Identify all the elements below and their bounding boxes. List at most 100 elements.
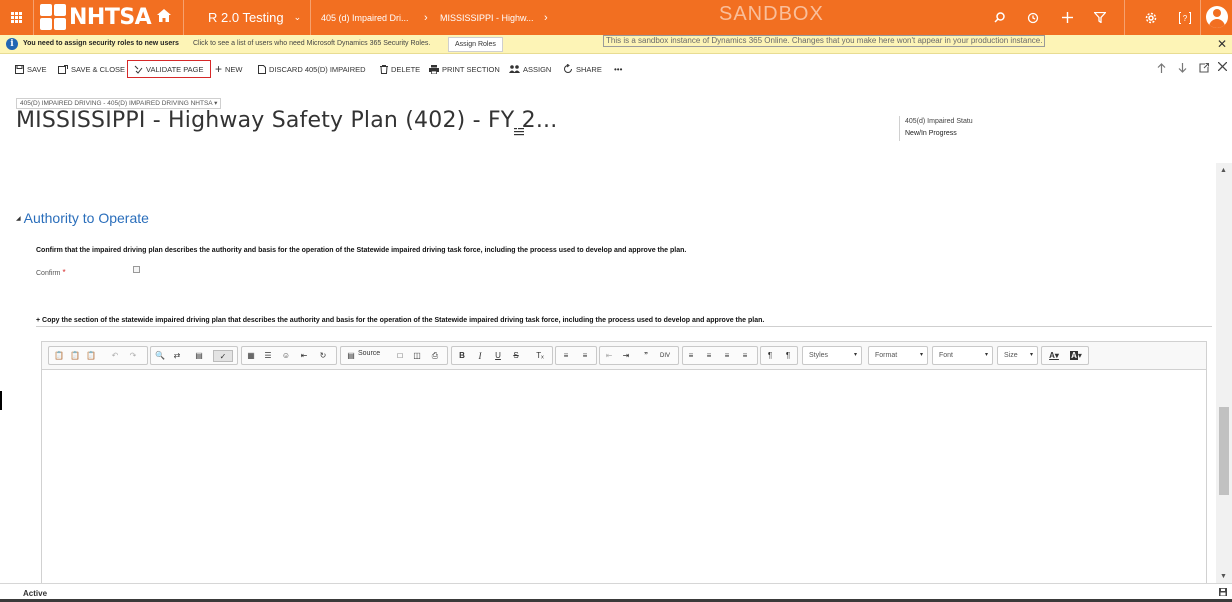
print-icon[interactable]: ⎙: [429, 350, 441, 362]
select-all-icon[interactable]: ▤: [193, 350, 205, 362]
close-icon[interactable]: ✕: [1217, 37, 1227, 51]
recent-button[interactable]: [1018, 0, 1048, 35]
iframe-icon[interactable]: ↻: [317, 350, 329, 362]
text-color-icon[interactable]: A▾: [1046, 350, 1062, 362]
save-icon[interactable]: [1219, 588, 1227, 598]
delete-button[interactable]: DELETE: [380, 61, 420, 77]
rtl-icon[interactable]: ¶: [782, 350, 794, 362]
preview-icon[interactable]: ◫: [411, 350, 423, 362]
scroll-down-icon[interactable]: ▼: [1220, 573, 1227, 580]
create-button[interactable]: [1052, 0, 1082, 35]
background-color-icon[interactable]: A▾: [1068, 350, 1084, 362]
assign-roles-button[interactable]: Assign Roles: [448, 37, 503, 52]
source-button[interactable]: Source: [358, 350, 380, 357]
advanced-find-button[interactable]: [1085, 0, 1115, 35]
nhtsa-logo[interactable]: NHTSA: [40, 3, 152, 31]
vertical-scrollbar[interactable]: ▲ ▼: [1216, 163, 1232, 583]
notification-link[interactable]: Click to see a list of users who need Mi…: [193, 40, 430, 47]
breadcrumb-entity[interactable]: 405 (d) Impaired Dri...: [321, 0, 409, 35]
discard-button[interactable]: DISCARD 405(D) IMPAIRED: [258, 61, 366, 77]
chevron-down-icon: ▾: [214, 100, 218, 107]
undo-icon[interactable]: ↶: [109, 350, 121, 362]
confirm-checkbox[interactable]: [133, 266, 140, 273]
assign-button[interactable]: ASSIGN: [509, 61, 551, 77]
print-label: PRINT SECTION: [442, 64, 500, 74]
nav-separator: [310, 0, 311, 35]
new-page-icon[interactable]: □: [394, 350, 406, 362]
format-dropdown[interactable]: Format ▾: [868, 346, 928, 365]
special-char-icon[interactable]: ⇤: [298, 350, 310, 362]
size-dropdown[interactable]: Size ▾: [997, 346, 1038, 365]
align-right-icon[interactable]: ≡: [721, 350, 733, 362]
save-close-button[interactable]: SAVE & CLOSE: [58, 61, 125, 77]
horizontal-line-icon[interactable]: ☰: [262, 350, 274, 362]
next-record-icon[interactable]: [1178, 63, 1187, 75]
save-button[interactable]: SAVE: [15, 61, 46, 77]
more-commands-button[interactable]: •••: [614, 61, 622, 77]
section-title-label: Authority to Operate: [23, 210, 149, 226]
user-avatar-icon[interactable]: [1206, 6, 1228, 28]
validate-page-button[interactable]: VALIDATE PAGE: [127, 60, 211, 78]
bulleted-list-icon[interactable]: ≡: [579, 350, 591, 362]
settings-button[interactable]: [1136, 0, 1166, 35]
ltr-icon[interactable]: ¶: [764, 350, 776, 362]
outdent-icon[interactable]: ⇤: [603, 350, 615, 362]
nav-separator: [183, 0, 184, 35]
remove-format-icon[interactable]: Tₓ: [534, 350, 546, 362]
indent-icon[interactable]: ⇥: [620, 350, 632, 362]
command-bar: SAVE SAVE & CLOSE VALIDATE PAGE + NEW DI…: [0, 57, 1232, 81]
nav-separator: [33, 0, 34, 35]
paste-word-icon[interactable]: 📋: [85, 350, 97, 362]
close-form-icon[interactable]: [1217, 61, 1228, 73]
find-icon[interactable]: 🔍: [154, 350, 166, 362]
search-button[interactable]: [984, 0, 1014, 35]
redo-icon[interactable]: ↷: [127, 350, 139, 362]
italic-icon[interactable]: I: [474, 350, 486, 362]
gear-icon: [1145, 12, 1157, 23]
previous-record-icon[interactable]: [1157, 63, 1166, 75]
pop-out-icon[interactable]: [1199, 62, 1210, 75]
home-icon[interactable]: [157, 9, 171, 27]
justify-icon[interactable]: ≡: [739, 350, 751, 362]
share-button[interactable]: SHARE: [563, 61, 602, 77]
div-icon[interactable]: DIV: [659, 350, 671, 362]
numbered-list-icon[interactable]: ≡: [560, 350, 572, 362]
scrollbar-thumb[interactable]: [1219, 407, 1229, 495]
align-left-icon[interactable]: ≡: [685, 350, 697, 362]
smiley-icon[interactable]: ☺: [280, 350, 292, 362]
new-button[interactable]: + NEW: [215, 61, 243, 77]
spellcheck-icon[interactable]: ✓: [213, 350, 233, 362]
save-close-label: SAVE & CLOSE: [71, 64, 126, 74]
record-menu-button[interactable]: [514, 123, 524, 141]
app-name: R 2.0 Testing: [208, 10, 284, 25]
font-dropdown[interactable]: Font ▾: [932, 346, 993, 365]
chevron-right-icon: ›: [424, 11, 428, 24]
scroll-up-icon[interactable]: ▲: [1220, 167, 1227, 174]
align-center-icon[interactable]: ≡: [703, 350, 715, 362]
underline-icon[interactable]: U: [492, 350, 504, 362]
breadcrumb-record[interactable]: MISSISSIPPI - Highw...: [440, 0, 534, 35]
app-launcher-button[interactable]: [0, 0, 33, 35]
table-icon[interactable]: ▦: [245, 350, 257, 362]
print-section-button[interactable]: PRINT SECTION: [429, 61, 500, 77]
editor-content-area[interactable]: [42, 370, 1206, 583]
help-button[interactable]: ?: [1170, 0, 1200, 35]
blockquote-icon[interactable]: ”: [640, 350, 652, 362]
chevron-down-icon: ▾: [919, 352, 923, 358]
bold-icon[interactable]: B: [456, 350, 468, 362]
plus-icon: [1061, 12, 1073, 23]
chevron-down-icon: ▾: [1029, 352, 1033, 358]
paste-icon[interactable]: 📋: [53, 350, 65, 362]
section-authority-to-operate[interactable]: ◢ Authority to Operate: [16, 210, 149, 226]
strikethrough-icon[interactable]: S: [510, 350, 522, 362]
source-icon[interactable]: ▤: [345, 350, 357, 362]
save-label: SAVE: [27, 64, 47, 74]
header-fields: 405(d) Impaired Statu New/In Progress: [899, 116, 1019, 141]
paste-text-icon[interactable]: 📋: [69, 350, 81, 362]
grid-icon: [11, 12, 22, 23]
styles-dropdown[interactable]: Styles ▾: [802, 346, 862, 365]
save-icon: [15, 64, 24, 74]
replace-icon[interactable]: ⇄: [171, 350, 183, 362]
delete-label: DELETE: [391, 64, 421, 74]
app-switcher[interactable]: R 2.0 Testing ⌄: [208, 0, 301, 35]
